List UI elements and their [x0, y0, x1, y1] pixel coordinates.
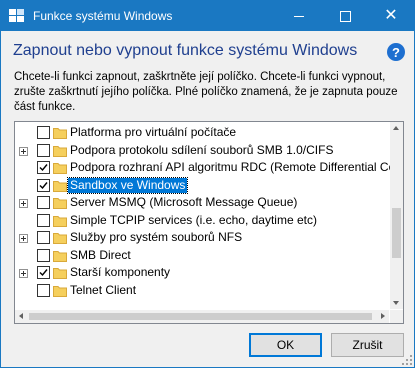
feature-checkbox[interactable]: [37, 283, 50, 297]
expand-icon[interactable]: [19, 199, 28, 208]
folder-icon: [53, 266, 67, 279]
feature-label: Starší komponenty: [70, 265, 171, 279]
minimize-button[interactable]: [276, 1, 322, 31]
vertical-scrollbar[interactable]: [390, 122, 403, 309]
feature-checkbox[interactable]: [37, 213, 50, 227]
scroll-up-icon[interactable]: [393, 126, 399, 130]
horizontal-scroll-thumb[interactable]: [29, 313, 372, 320]
feature-checkbox[interactable]: [37, 143, 50, 157]
instructions-text: Chcete-li funkci zapnout, zaškrtněte jej…: [14, 71, 398, 113]
feature-label: Podpora rozhraní API algoritmu RDC (Remo…: [70, 160, 396, 174]
close-icon: ✕: [384, 7, 398, 24]
feature-checkbox[interactable]: [37, 231, 50, 244]
feature-row[interactable]: SMB Direct: [15, 247, 389, 265]
feature-label: Simple TCPIP services (i.e. echo, daytim…: [70, 212, 317, 227]
feature-checkbox[interactable]: [37, 178, 50, 192]
title-bar[interactable]: Funkce systému Windows ✕: [1, 1, 414, 31]
feature-row[interactable]: Simple TCPIP services (i.e. echo, daytim…: [15, 212, 389, 230]
feature-checkbox[interactable]: [37, 126, 50, 139]
feature-row[interactable]: Platforma pro virtuální počítače: [15, 124, 389, 142]
maximize-icon: [339, 10, 351, 22]
folder-icon: [53, 161, 67, 174]
expand-icon[interactable]: [19, 269, 28, 278]
feature-row[interactable]: Služby pro systém souborů NFS: [15, 229, 389, 247]
resize-grip-icon[interactable]: [402, 355, 412, 365]
expand-icon[interactable]: [19, 234, 28, 243]
feature-checkbox[interactable]: [37, 196, 50, 209]
ok-button[interactable]: OK: [249, 333, 322, 357]
horizontal-scrollbar[interactable]: [15, 310, 389, 323]
feature-row[interactable]: Podpora rozhraní API algoritmu RDC (Remo…: [15, 159, 395, 177]
dialog-heading: Zapnout nebo vypnout funkce systému Wind…: [13, 42, 358, 59]
window-title: Funkce systému Windows: [33, 9, 173, 23]
feature-row[interactable]: Sandbox ve Windows: [15, 176, 389, 195]
scroll-corner: [390, 310, 403, 323]
feature-checkbox[interactable]: [37, 266, 50, 279]
scroll-down-icon[interactable]: [393, 301, 399, 305]
folder-icon: [53, 284, 67, 297]
folder-icon: [53, 249, 67, 262]
expand-icon[interactable]: [19, 146, 28, 156]
feature-row[interactable]: Telnet Client: [15, 282, 389, 300]
feature-label: SMB Direct: [70, 247, 131, 262]
scroll-left-icon[interactable]: [19, 313, 23, 319]
windows-features-icon: [9, 9, 24, 23]
help-icon[interactable]: ?: [387, 43, 405, 61]
feature-row[interactable]: Server MSMQ (Microsoft Message Queue): [15, 194, 389, 212]
folder-icon: [53, 144, 67, 157]
maximize-button[interactable]: [322, 1, 368, 31]
folder-icon: [53, 126, 67, 139]
scroll-right-icon[interactable]: [381, 313, 385, 319]
feature-row[interactable]: Starší komponenty: [15, 264, 389, 282]
vertical-scroll-thumb[interactable]: [392, 208, 401, 258]
folder-icon: [53, 179, 67, 192]
folder-icon: [53, 196, 67, 209]
close-button[interactable]: ✕: [368, 1, 414, 31]
features-dialog: Funkce systému Windows ✕ Zapnout nebo vy…: [0, 0, 415, 368]
folder-icon: [53, 231, 67, 244]
cancel-button[interactable]: Zrušit: [331, 333, 404, 357]
feature-row[interactable]: Podpora protokolu sdílení souborů SMB 1.…: [15, 142, 389, 160]
folder-icon: [53, 214, 67, 227]
feature-checkbox[interactable]: [37, 161, 50, 174]
feature-checkbox[interactable]: [37, 248, 50, 262]
features-list: Platforma pro virtuální počítače Podpora …: [15, 124, 395, 300]
feature-label: Sandbox ve Windows: [66, 176, 189, 194]
minimize-icon: [294, 15, 304, 17]
feature-label: Služby pro systém souborů NFS: [70, 230, 243, 244]
feature-label: Platforma pro virtuální počítače: [70, 125, 237, 139]
feature-label: Server MSMQ (Microsoft Message Queue): [70, 195, 298, 209]
feature-label: Telnet Client: [70, 282, 137, 297]
feature-label: Podpora protokolu sdílení souborů SMB 1.…: [70, 142, 334, 157]
features-tree[interactable]: Platforma pro virtuální počítače Podpora …: [14, 121, 404, 324]
